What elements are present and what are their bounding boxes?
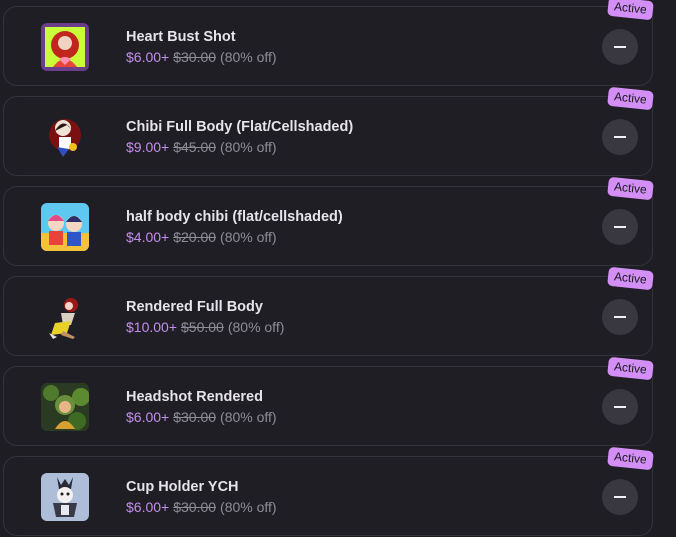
status-badge: Active xyxy=(607,176,654,201)
half-body-chibi-art-icon[interactable] xyxy=(41,203,89,251)
original-price: $30.00 xyxy=(173,499,217,515)
current-price: $9.00+ xyxy=(126,139,170,155)
product-card: half body chibi (flat/cellshaded) $4.00+… xyxy=(3,176,654,266)
original-price: $45.00 xyxy=(173,139,217,155)
rendered-full-body-art-icon[interactable] xyxy=(41,293,89,341)
discount-label: (80% off) xyxy=(220,409,277,425)
product-title[interactable]: Chibi Full Body (Flat/Cellshaded) xyxy=(126,119,353,135)
price-line: $10.00+ $50.00 (80% off) xyxy=(126,319,284,335)
price-line: $9.00+ $45.00 (80% off) xyxy=(126,139,277,155)
minus-icon xyxy=(614,316,626,318)
remove-button[interactable] xyxy=(602,119,638,155)
remove-button[interactable] xyxy=(602,389,638,425)
status-badge: Active xyxy=(607,266,654,291)
price-line: $4.00+ $20.00 (80% off) xyxy=(126,229,277,245)
current-price: $6.00+ xyxy=(126,49,170,65)
status-badge: Active xyxy=(607,86,654,111)
product-card: Headshot Rendered $6.00+ $30.00 (80% off) … xyxy=(3,356,654,446)
product-list: Heart Bust Shot $6.00+ $30.00 (80% off) Ac… xyxy=(0,0,676,537)
product-title[interactable]: Heart Bust Shot xyxy=(126,29,236,45)
current-price: $4.00+ xyxy=(126,229,170,245)
original-price: $30.00 xyxy=(173,49,217,65)
product-title[interactable]: Headshot Rendered xyxy=(126,389,263,405)
original-price: $20.00 xyxy=(173,229,217,245)
heart-bust-art-icon[interactable] xyxy=(41,23,89,71)
minus-icon xyxy=(614,406,626,408)
cup-holder-ych-art-icon[interactable] xyxy=(41,473,89,521)
discount-label: (80% off) xyxy=(220,499,277,515)
current-price: $6.00+ xyxy=(126,499,170,515)
product-card: Cup Holder YCH $6.00+ $30.00 (80% off) Act… xyxy=(3,446,654,536)
remove-button[interactable] xyxy=(602,29,638,65)
discount-label: (80% off) xyxy=(220,139,277,155)
product-title[interactable]: Cup Holder YCH xyxy=(126,479,239,495)
remove-button[interactable] xyxy=(602,209,638,245)
product-title[interactable]: half body chibi (flat/cellshaded) xyxy=(126,209,343,225)
discount-label: (80% off) xyxy=(227,319,285,335)
headshot-rendered-art-icon[interactable] xyxy=(41,383,89,431)
original-price: $30.00 xyxy=(173,409,217,425)
product-card: Rendered Full Body $10.00+ $50.00 (80% off… xyxy=(3,266,654,356)
status-badge: Active xyxy=(607,446,654,471)
price-line: $6.00+ $30.00 (80% off) xyxy=(126,409,277,425)
status-badge: Active xyxy=(607,0,654,21)
original-price: $50.00 xyxy=(181,319,224,335)
price-line: $6.00+ $30.00 (80% off) xyxy=(126,49,277,65)
current-price: $10.00+ xyxy=(126,319,177,335)
minus-icon xyxy=(614,136,626,138)
product-card: Chibi Full Body (Flat/Cellshaded) $9.00+… xyxy=(3,86,654,176)
minus-icon xyxy=(614,496,626,498)
chibi-full-body-art-icon[interactable] xyxy=(41,113,89,161)
product-title[interactable]: Rendered Full Body xyxy=(126,299,263,315)
product-card: Heart Bust Shot $6.00+ $30.00 (80% off) Ac… xyxy=(3,0,654,86)
remove-button[interactable] xyxy=(602,479,638,515)
minus-icon xyxy=(614,226,626,228)
discount-label: (80% off) xyxy=(220,229,277,245)
discount-label: (80% off) xyxy=(220,49,277,65)
status-badge: Active xyxy=(607,356,654,381)
current-price: $6.00+ xyxy=(126,409,170,425)
remove-button[interactable] xyxy=(602,299,638,335)
price-line: $6.00+ $30.00 (80% off) xyxy=(126,499,277,515)
minus-icon xyxy=(614,46,626,48)
